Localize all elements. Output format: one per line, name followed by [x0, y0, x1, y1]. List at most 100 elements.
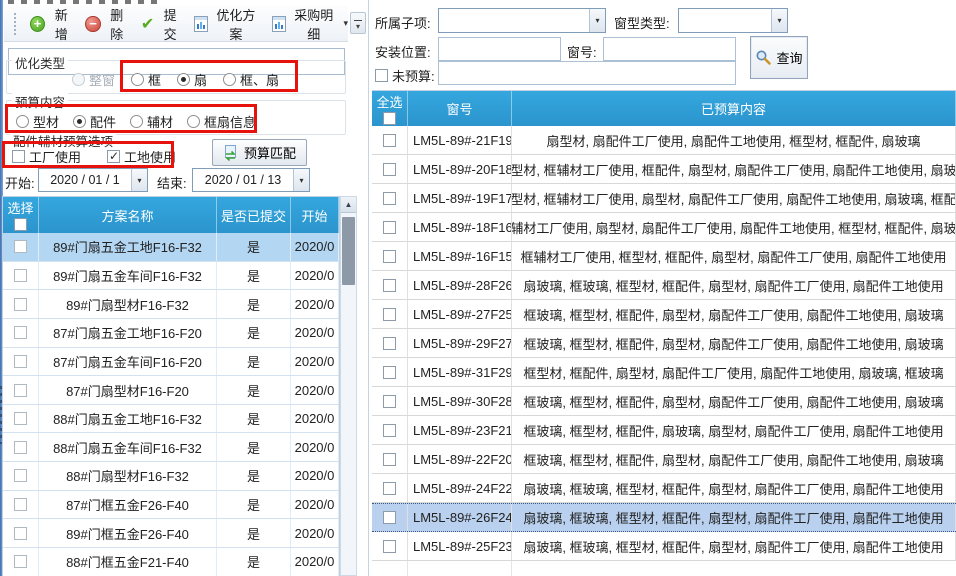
row-checkbox[interactable] [14, 498, 27, 511]
radio-icon [187, 115, 200, 128]
optimize-plan-button[interactable]: 优化方案 [194, 5, 260, 43]
row-checkbox[interactable] [14, 469, 27, 482]
install-position-input[interactable] [438, 37, 561, 61]
row-checkbox[interactable] [14, 355, 27, 368]
table-row[interactable]: LM5L-89#-27F25 框玻璃, 框型材, 框配件, 扇型材, 扇配件工厂… [372, 300, 956, 329]
budget-match-button[interactable]: 预算匹配 [212, 139, 307, 166]
row-checkbox[interactable] [383, 511, 396, 524]
table-row[interactable]: 87#门扇型材F16-F20 是 2020/0 [3, 376, 339, 405]
table-row[interactable]: LM5L-89#-29F27 框玻璃, 框型材, 框配件, 扇型材, 扇配件工厂… [372, 329, 956, 358]
row-checkbox[interactable] [383, 395, 396, 408]
delete-button[interactable]: − 删除 [85, 5, 128, 43]
row-checkbox[interactable] [383, 192, 396, 205]
table-row[interactable]: LM5L-89#-19F17 框型材, 框辅材工厂使用, 扇型材, 扇配件工厂使… [372, 184, 956, 213]
chevron-down-icon[interactable]: ▾ [771, 9, 787, 32]
checkbox-no-budget[interactable]: 未预算: [375, 66, 435, 85]
table-row[interactable]: 87#门扇五金工地F16-F20 是 2020/0 [3, 319, 339, 348]
table-row[interactable]: LM5L-89#-20F18 框型材, 框辅材工厂使用, 框配件, 扇型材, 扇… [372, 155, 956, 184]
submitted-cell: 是 [217, 491, 291, 519]
table-row[interactable]: LM5L-89#-16F15 框辅材工厂使用, 框型材, 框配件, 扇型材, 扇… [372, 242, 956, 271]
table-row[interactable]: LM5L-89#-25F23 扇玻璃, 框玻璃, 框型材, 框配件, 扇型材, … [372, 532, 956, 561]
row-checkbox[interactable] [383, 424, 396, 437]
table-row[interactable]: 88#门框五金F21-F40 是 2020/0 [3, 548, 339, 576]
radio-accessory[interactable]: 配件 [73, 112, 116, 131]
purchase-detail-button[interactable]: 采购明细 ▾ [272, 5, 348, 43]
select-all-checkbox[interactable] [383, 112, 396, 125]
radio-frame-sash-info[interactable]: 框扇信息 [187, 112, 256, 131]
row-checkbox[interactable] [14, 240, 27, 253]
row-checkbox[interactable] [14, 527, 27, 540]
query-button[interactable]: 查询 [750, 36, 808, 79]
row-checkbox[interactable] [383, 540, 396, 553]
table-row[interactable]: 87#门扇五金车间F16-F20 是 2020/0 [3, 348, 339, 377]
table-row[interactable]: LM5L-89#-23F21 框玻璃, 框型材, 框配件, 扇玻璃, 扇型材, … [372, 416, 956, 445]
select-all-checkbox[interactable] [14, 218, 27, 231]
radio-frame-sash[interactable]: 框、扇 [223, 70, 279, 89]
row-checkbox[interactable] [383, 250, 396, 263]
radio-frame[interactable]: 框 [131, 70, 161, 89]
scrollbar-thumb[interactable] [342, 217, 355, 285]
chevron-down-icon[interactable]: ▾ [293, 169, 309, 191]
window-type-combo[interactable]: ▾ [678, 8, 788, 33]
radio-whole-window[interactable]: 整窗 [72, 70, 115, 89]
radio-auxiliary[interactable]: 辅材 [130, 112, 173, 131]
add-button[interactable]: + 新增 [30, 5, 73, 43]
end-date-picker[interactable]: 2020 / 01 / 13 ▾ [192, 168, 310, 192]
table-row[interactable]: LM5L-89#-22F20 框玻璃, 框型材, 框配件, 扇型材, 扇配件工厂… [372, 445, 956, 474]
column-header-start[interactable]: 开始 [291, 197, 339, 233]
row-checkbox[interactable] [383, 279, 396, 292]
column-header-select[interactable]: 选择 [3, 197, 39, 233]
row-checkbox[interactable] [14, 326, 27, 339]
table-row[interactable]: LM5L-89#-21F19 扇型材, 扇配件工厂使用, 扇配件工地使用, 框型… [372, 126, 956, 155]
row-checkbox[interactable] [383, 308, 396, 321]
row-checkbox[interactable] [383, 221, 396, 234]
row-checkbox[interactable] [14, 441, 27, 454]
column-header-select-all[interactable]: 全选 [372, 91, 408, 126]
row-checkbox[interactable] [14, 384, 27, 397]
table-row[interactable]: 89#门扇五金工地F16-F32 是 2020/0 [3, 233, 339, 262]
sub-item-combo[interactable]: ▾ [438, 8, 606, 33]
row-checkbox[interactable] [14, 298, 27, 311]
toolbar-overflow-button[interactable]: ▾ [350, 12, 366, 34]
row-checkbox[interactable] [383, 163, 396, 176]
row-checkbox[interactable] [14, 412, 27, 425]
no-budget-input[interactable] [438, 61, 736, 85]
row-checkbox[interactable] [383, 134, 396, 147]
column-header-submitted[interactable]: 是否已提交 [217, 197, 291, 233]
radio-profile[interactable]: 型材 [16, 112, 59, 131]
table-row[interactable]: 88#门扇五金车间F16-F32 是 2020/0 [3, 433, 339, 462]
radio-sash[interactable]: 扇 [177, 70, 207, 89]
checkbox-site-use[interactable]: 工地使用 [107, 147, 176, 166]
row-checkbox[interactable] [383, 482, 396, 495]
table-row[interactable]: LM5L-89#-31F29 框型材, 框配件, 扇型材, 扇配件工厂使用, 扇… [372, 358, 956, 387]
submit-button[interactable]: ✔ 提交 [141, 5, 182, 43]
checkbox-checked-icon [107, 150, 120, 163]
row-checkbox[interactable] [14, 269, 27, 282]
table-row[interactable]: 89#门框五金F26-F40 是 2020/0 [3, 519, 339, 548]
table-row[interactable]: 89#门扇型材F16-F32 是 2020/0 [3, 290, 339, 319]
row-checkbox[interactable] [383, 366, 396, 379]
row-checkbox[interactable] [383, 337, 396, 350]
table-row[interactable]: LM5L-89#-24F22 扇玻璃, 框玻璃, 框型材, 框配件, 扇型材, … [372, 474, 956, 503]
chevron-down-icon[interactable]: ▾ [589, 9, 605, 32]
table-row[interactable]: LM5L-89#-18F16 框辅材工厂使用, 扇型材, 扇配件工厂使用, 扇配… [372, 213, 956, 242]
right-table-empty-area [372, 561, 956, 576]
chevron-down-icon[interactable]: ▾ [131, 169, 147, 191]
table-row[interactable]: LM5L-89#-28F26 扇玻璃, 框玻璃, 框型材, 框配件, 扇型材, … [372, 271, 956, 300]
column-header-plan-name[interactable]: 方案名称 [39, 197, 217, 233]
table-row[interactable]: 89#门扇五金车间F16-F32 是 2020/0 [3, 262, 339, 291]
table-row[interactable]: 87#门框五金F26-F40 是 2020/0 [3, 491, 339, 520]
left-table-scrollbar[interactable]: ▲ [340, 196, 357, 576]
row-checkbox[interactable] [383, 453, 396, 466]
column-header-window-no[interactable]: 窗号 [408, 91, 512, 126]
report-icon [194, 16, 208, 32]
table-row[interactable]: 88#门扇五金工地F16-F32 是 2020/0 [3, 405, 339, 434]
column-header-budgeted-content[interactable]: 已预算内容 [512, 91, 956, 126]
start-date-picker[interactable]: 2020 / 01 / 1 ▾ [38, 168, 148, 192]
row-checkbox[interactable] [14, 555, 27, 568]
table-row[interactable]: 88#门扇型材F16-F32 是 2020/0 [3, 462, 339, 491]
window-no-input[interactable] [603, 37, 736, 61]
table-row[interactable]: LM5L-89#-26F24 扇玻璃, 框玻璃, 框型材, 框配件, 扇型材, … [372, 503, 956, 532]
table-row[interactable]: LM5L-89#-30F28 框玻璃, 框型材, 框配件, 扇型材, 扇配件工厂… [372, 387, 956, 416]
scrollbar-up-icon[interactable]: ▲ [341, 197, 356, 213]
